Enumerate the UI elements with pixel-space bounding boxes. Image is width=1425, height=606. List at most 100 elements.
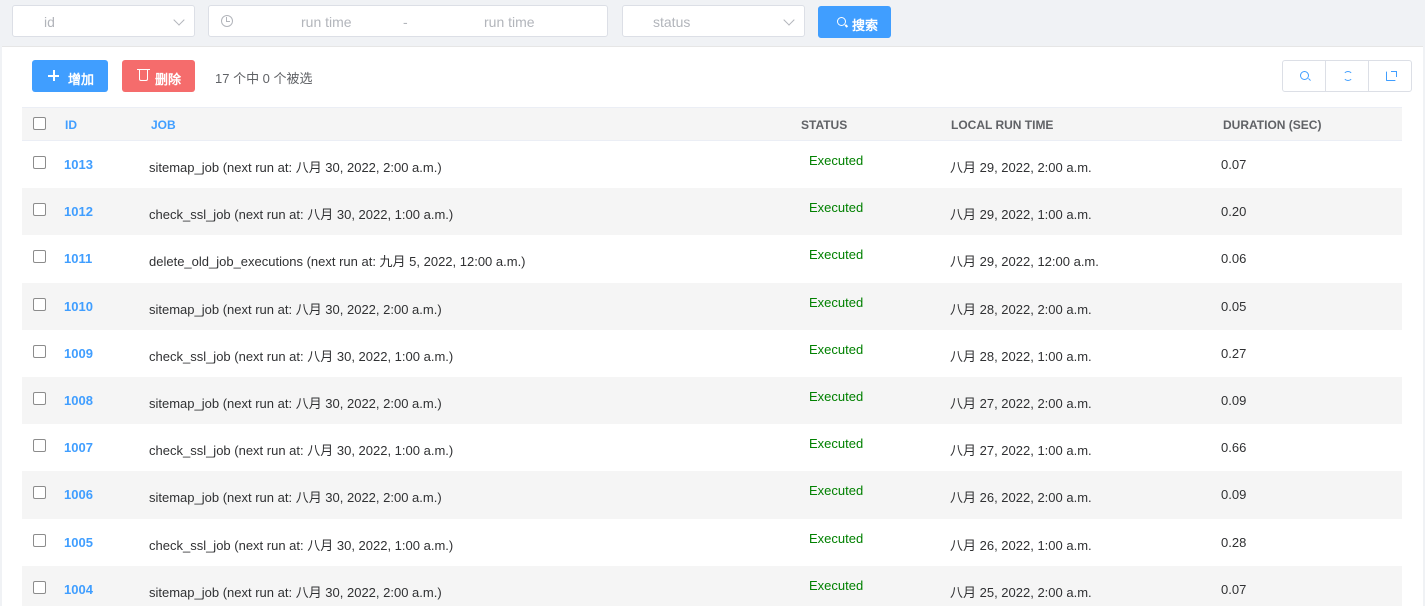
status-filter-placeholder: status xyxy=(653,14,691,30)
row-job: sitemap_job (next run at: 八月 30, 2022, 2… xyxy=(149,160,442,175)
column-header-job[interactable]: JOB xyxy=(151,118,176,132)
row-local-run-time: 八月 27, 2022, 2:00 a.m. xyxy=(950,395,1092,411)
row-duration: 0.07 xyxy=(1221,157,1247,172)
status-filter-select[interactable]: status xyxy=(622,5,805,37)
delete-button-label: 删除 xyxy=(155,72,182,87)
row-id-link[interactable]: 1007 xyxy=(64,440,93,455)
row-status: Executed xyxy=(809,436,864,452)
row-local-run-time: 八月 29, 2022, 1:00 a.m. xyxy=(950,207,1092,223)
row-duration: 0.09 xyxy=(1221,392,1247,408)
table-row: 1008 sitemap_job (next run at: 八月 30, 20… xyxy=(22,376,1402,425)
row-checkbox[interactable] xyxy=(33,580,46,594)
row-status: Executed xyxy=(809,247,864,263)
row-id-link[interactable]: 1012 xyxy=(64,204,93,219)
row-status: Executed xyxy=(809,388,864,404)
row-status: Executed xyxy=(809,200,864,216)
row-job: check_ssl_job (next run at: 八月 30, 2022,… xyxy=(149,537,454,553)
run-time-start-input[interactable]: run time xyxy=(301,14,352,30)
row-status: Executed xyxy=(809,577,864,593)
row-local-run-time: 八月 26, 2022, 1:00 a.m. xyxy=(950,537,1092,553)
row-local-run-time: 八月 27, 2022, 1:00 a.m. xyxy=(950,443,1092,459)
delete-button[interactable]: 删除 xyxy=(122,60,195,92)
row-local-run-time: 八月 26, 2022, 2:00 a.m. xyxy=(950,490,1092,506)
filter-bar: id run time - run time status 搜索 xyxy=(0,0,1425,46)
table-row: 1011 delete_old_job_executions (next run… xyxy=(22,235,1402,282)
row-job: check_ssl_job (next run at: 八月 30, 2022,… xyxy=(149,348,454,364)
table-row: 1007 check_ssl_job (next run at: 八月 30, … xyxy=(22,424,1402,471)
row-id-link[interactable]: 1010 xyxy=(64,299,93,314)
row-status: Executed xyxy=(809,294,864,310)
main-panel: 增加 删除 17 个中 0 个被选 ID JOB STATUS LOCAL RU… xyxy=(2,46,1423,606)
table-row: 1013 sitemap_job (next run at: 八月 30, 20… xyxy=(22,141,1402,188)
select-all-checkbox[interactable] xyxy=(33,117,46,130)
row-id-link[interactable]: 1008 xyxy=(64,393,93,408)
row-checkbox[interactable] xyxy=(33,486,46,500)
table-body: 1013 sitemap_job (next run at: 八月 30, 20… xyxy=(22,141,1402,606)
row-job: sitemap_job (next run at: 八月 30, 2022, 2… xyxy=(149,584,442,600)
id-filter-select[interactable]: id xyxy=(12,5,195,37)
row-local-run-time: 八月 29, 2022, 12:00 a.m. xyxy=(950,254,1099,270)
row-id-link[interactable]: 1004 xyxy=(64,582,93,597)
row-duration: 0.05 xyxy=(1221,298,1247,314)
row-local-run-time: 八月 25, 2022, 2:00 a.m. xyxy=(950,584,1092,600)
id-filter-placeholder: id xyxy=(44,14,55,30)
export-button[interactable] xyxy=(1369,61,1411,91)
row-status: Executed xyxy=(809,530,864,546)
row-job: sitemap_job (next run at: 八月 30, 2022, 2… xyxy=(149,301,442,317)
row-status: Executed xyxy=(809,483,864,499)
add-button[interactable]: 增加 xyxy=(32,60,108,92)
row-local-run-time: 八月 28, 2022, 1:00 a.m. xyxy=(950,348,1092,364)
row-checkbox[interactable] xyxy=(33,439,46,453)
table-row: 1005 check_ssl_job (next run at: 八月 30, … xyxy=(22,519,1402,566)
column-header-duration: DURATION (SEC) xyxy=(1223,118,1322,132)
trash-icon xyxy=(137,69,150,81)
selection-count: 17 个中 0 个被选 xyxy=(215,71,313,86)
row-checkbox[interactable] xyxy=(33,533,46,547)
search-button[interactable]: 搜索 xyxy=(818,6,891,38)
row-job: check_ssl_job (next run at: 八月 30, 2022,… xyxy=(149,207,454,223)
row-duration: 0.66 xyxy=(1221,440,1247,456)
run-time-range-picker[interactable]: run time - run time xyxy=(208,5,608,37)
row-id-link[interactable]: 1013 xyxy=(64,157,93,172)
row-job: sitemap_job (next run at: 八月 30, 2022, 2… xyxy=(149,395,442,411)
chevron-down-icon xyxy=(783,14,795,26)
table-row: 1006 sitemap_job (next run at: 八月 30, 20… xyxy=(22,471,1402,519)
refresh-button[interactable] xyxy=(1326,61,1369,91)
row-duration: 0.06 xyxy=(1221,251,1247,267)
job-executions-table: ID JOB STATUS LOCAL RUN TIME DURATION (S… xyxy=(22,107,1402,606)
row-status: Executed xyxy=(809,153,864,168)
row-id-link[interactable]: 1011 xyxy=(64,251,92,266)
clock-icon xyxy=(221,15,233,27)
table-row: 1009 check_ssl_job (next run at: 八月 30, … xyxy=(22,330,1402,377)
row-checkbox[interactable] xyxy=(33,250,46,264)
row-duration: 0.28 xyxy=(1221,534,1247,550)
chevron-down-icon xyxy=(173,14,185,26)
column-header-id[interactable]: ID xyxy=(65,118,77,132)
column-header-status: STATUS xyxy=(801,118,848,132)
plus-icon xyxy=(48,70,59,81)
row-duration: 0.09 xyxy=(1221,487,1247,503)
range-separator: - xyxy=(403,14,408,30)
row-checkbox[interactable] xyxy=(33,156,46,169)
table-row: 1010 sitemap_job (next run at: 八月 30, 20… xyxy=(22,282,1402,330)
row-local-run-time: 八月 29, 2022, 2:00 a.m. xyxy=(950,160,1092,175)
search-icon xyxy=(837,17,846,26)
row-checkbox[interactable] xyxy=(33,391,46,405)
column-header-local-run-time: LOCAL RUN TIME xyxy=(951,118,1054,132)
row-checkbox[interactable] xyxy=(33,203,46,217)
search-icon xyxy=(1300,71,1309,80)
add-button-label: 增加 xyxy=(68,72,95,87)
search-button-label: 搜索 xyxy=(852,18,879,33)
row-id-link[interactable]: 1006 xyxy=(64,487,93,502)
row-id-link[interactable]: 1005 xyxy=(64,535,93,550)
table-row: 1004 sitemap_job (next run at: 八月 30, 20… xyxy=(22,565,1402,606)
row-id-link[interactable]: 1009 xyxy=(64,346,93,361)
search-toggle-button[interactable] xyxy=(1283,61,1326,91)
row-job: sitemap_job (next run at: 八月 30, 2022, 2… xyxy=(149,490,442,506)
row-checkbox[interactable] xyxy=(33,344,46,358)
table-row: 1012 check_ssl_job (next run at: 八月 30, … xyxy=(22,188,1402,236)
row-checkbox[interactable] xyxy=(33,297,46,311)
row-status: Executed xyxy=(809,341,864,357)
run-time-end-input[interactable]: run time xyxy=(484,14,535,30)
row-duration: 0.20 xyxy=(1221,204,1247,220)
